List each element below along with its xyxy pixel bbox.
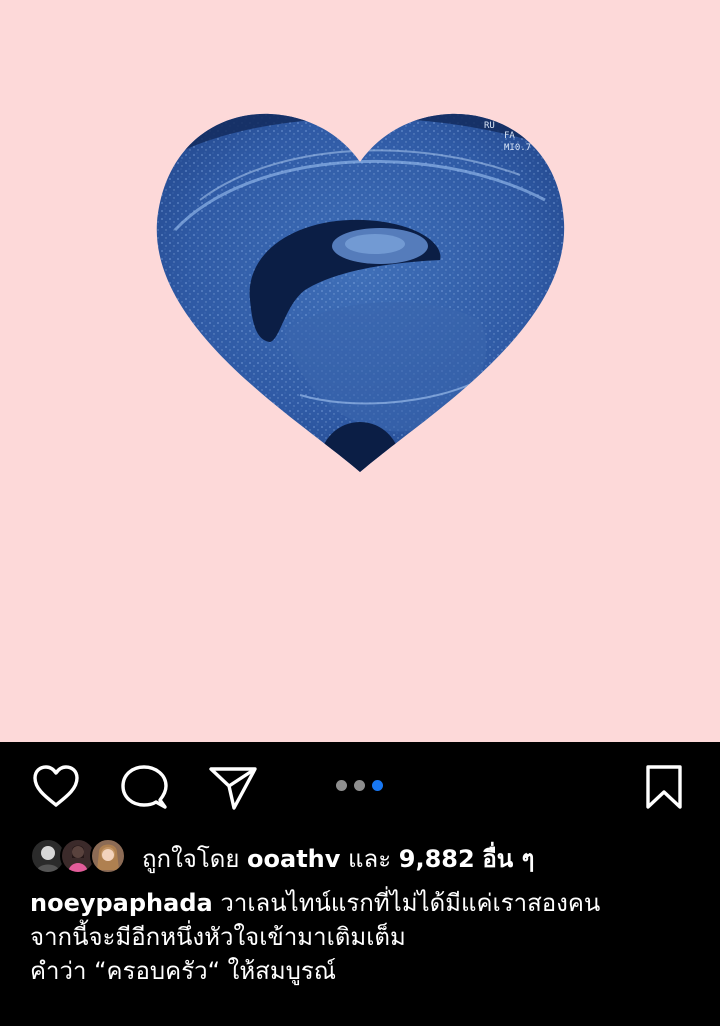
caption-line-3: คำว่า “ครอบครัว“ ให้สมบูรณ์: [30, 957, 337, 985]
scan-label-ru: RU: [484, 121, 495, 131]
carousel-dot-2: [354, 780, 365, 791]
heart-outline-icon[interactable]: [32, 765, 80, 809]
caption-line-1: noeypaphada วาเลนไทน์แรกที่ไม่ได้มีแค่เร…: [30, 886, 700, 920]
scan-label-fa: FA: [504, 131, 515, 141]
avatar-3[interactable]: [90, 838, 126, 874]
caption-line-2: จากนี้จะมีอีกหนึ่งหัวใจเข้ามาเติมเต็ม: [30, 923, 406, 951]
scan-label-mi: MI0.7: [504, 143, 531, 153]
liked-by-conjunction: และ: [348, 845, 392, 873]
liked-by-prefix: ถูกใจโดย: [142, 845, 240, 873]
post-image[interactable]: RU FA MI0.7: [0, 0, 720, 742]
likes-count[interactable]: 9,882: [399, 845, 475, 873]
liked-by-row[interactable]: ถูกใจโดย ooathv และ 9,882 อื่น ๆ: [30, 838, 690, 878]
post-caption: noeypaphada วาเลนไทน์แรกที่ไม่ได้มีแค่เร…: [30, 886, 700, 988]
liked-by-user-link[interactable]: ooathv: [247, 845, 340, 873]
speech-bubble-icon[interactable]: [120, 764, 168, 812]
caption-text-1: วาเลนไทน์แรกที่ไม่ได้มีแค่เราสองคน: [220, 889, 601, 917]
heart-ultrasound-image: RU FA MI0.7: [156, 113, 565, 472]
liked-by-text: ถูกใจโดย ooathv และ 9,882 อื่น ๆ: [142, 844, 534, 874]
caption-username-link[interactable]: noeypaphada: [30, 889, 213, 917]
carousel-dot-3-active: [372, 780, 383, 791]
paper-plane-icon[interactable]: [208, 764, 258, 812]
bookmark-icon[interactable]: [644, 764, 684, 810]
likes-suffix[interactable]: อื่น ๆ: [482, 845, 534, 873]
carousel-dot-1: [336, 780, 347, 791]
carousel-indicator: [336, 780, 386, 792]
